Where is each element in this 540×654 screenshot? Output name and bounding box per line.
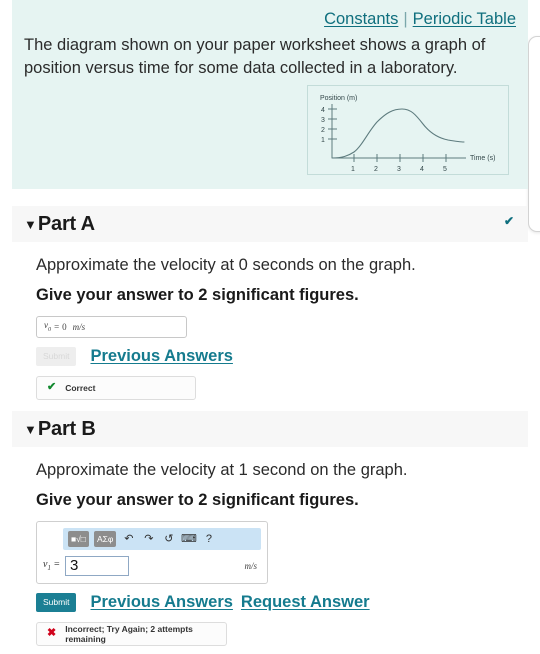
svg-text:Time (s): Time (s) [470,155,495,162]
check-icon: ✔ [47,381,57,394]
part-a-links: Previous Answers [90,347,232,366]
part-a-title: Part A [37,212,95,235]
part-b-action-row: Submit Previous Answers Request Answer [36,592,516,612]
part-b-answer-symbol: v1 = [43,559,61,573]
svg-text:3: 3 [397,166,401,173]
part-b-section: ▼ Part B Approximate the velocity at 1 s… [12,411,528,650]
svg-text:Position (m): Position (m) [320,95,357,102]
redo-icon[interactable]: ↷ [141,531,156,547]
problem-text: The diagram shown on your paper workshee… [24,36,486,78]
part-b-header[interactable]: ▼ Part B [12,411,528,447]
part-a-submit-button[interactable]: Submit [36,346,77,366]
reset-icon[interactable]: ↺ [161,531,176,547]
svg-text:4: 4 [321,107,325,114]
constants-link[interactable]: Constants [324,10,398,28]
side-panel[interactable] [528,36,540,232]
keyboard-icon[interactable]: ⌨ [181,531,197,547]
part-a-previous-answers-link[interactable]: Previous Answers [90,347,232,366]
cross-icon: ✖ [47,627,57,640]
chevron-down-icon[interactable]: ▼ [24,218,37,231]
part-b-answer-value: 3 [70,557,79,575]
part-a-complete-check-icon: ✔ [503,214,514,228]
part-a-answer-symbol: v0 [44,320,52,334]
part-a-body: Approximate the velocity at 0 seconds on… [12,242,528,404]
reference-tools-row: Constants | Periodic Table [24,6,516,32]
part-b-answer-units: m/s [244,560,257,571]
part-a-feedback-text: Correct [65,382,96,393]
part-b-math-entry-widget[interactable]: ■√□ ΑΣφ ↶ ↷ ↺ ⌨ ? v1 = 3 m/s [36,520,268,584]
part-a-feedback-correct: ✔ Correct [36,375,196,400]
part-a-instruction: Give your answer to 2 significant figure… [36,285,359,304]
position-time-figure[interactable]: Position (m) 4 3 2 1 1 2 3 4 5 Time (s) [307,85,509,175]
part-a-question: Approximate the velocity at 0 seconds on… [36,256,416,274]
part-a-equals-sign: = [54,321,60,332]
part-b-math-toolbar: ■√□ ΑΣφ ↶ ↷ ↺ ⌨ ? [63,527,261,550]
svg-text:1: 1 [351,166,355,173]
help-icon[interactable]: ? [201,531,216,547]
undo-icon[interactable]: ↶ [121,531,136,547]
part-b-answer-input[interactable]: 3 [65,555,129,576]
part-a-answer-field[interactable]: v0 = 0 m/s [36,315,187,338]
part-b-body: Approximate the velocity at 1 second on … [12,447,528,650]
part-b-input-row: v1 = 3 m/s [43,555,261,576]
svg-text:4: 4 [420,166,424,173]
part-a-header[interactable]: ▼ Part A ✔ [12,206,528,242]
part-b-title: Part B [37,417,96,440]
svg-text:2: 2 [321,127,325,134]
part-b-request-answer-link[interactable]: Request Answer [241,593,370,612]
svg-text:3: 3 [321,117,325,124]
svg-text:2: 2 [374,166,378,173]
periodic-table-link[interactable]: Periodic Table [413,10,516,28]
part-b-question: Approximate the velocity at 1 second on … [36,461,408,479]
part-b-submit-button[interactable]: Submit [36,592,77,612]
part-a-action-row: Submit Previous Answers [36,346,516,366]
part-b-feedback-incorrect: ✖ Incorrect; Try Again; 2 attempts remai… [36,621,227,646]
position-time-graph: Position (m) 4 3 2 1 1 2 3 4 5 Time (s) [320,95,495,173]
greek-letters-icon[interactable]: ΑΣφ [93,530,117,547]
part-b-feedback-text: Incorrect; Try Again; 2 attempts remaini… [65,623,193,644]
part-a-section: ▼ Part A ✔ Approximate the velocity at 0… [12,206,528,404]
svg-text:1: 1 [321,137,325,144]
tools-separator: | [403,10,408,28]
chevron-down-icon[interactable]: ▼ [24,423,37,436]
part-a-answer-units: m/s [72,321,86,332]
part-b-instruction: Give your answer to 2 significant figure… [36,490,359,509]
part-b-links: Previous Answers Request Answer [90,593,369,612]
svg-text:5: 5 [443,166,447,173]
problem-page: Constants | Periodic Table The diagram sho… [0,0,540,654]
math-template-icon[interactable]: ■√□ [68,530,89,547]
part-a-answer-value: 0 [62,321,67,332]
part-b-previous-answers-link[interactable]: Previous Answers [90,593,232,612]
